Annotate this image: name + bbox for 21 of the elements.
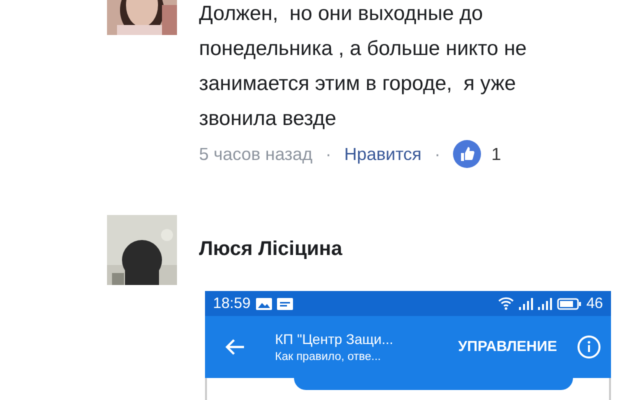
signal-icon — [519, 298, 534, 310]
author-name[interactable]: Люся Лісіцина — [199, 238, 611, 261]
thumbs-up-icon — [453, 140, 482, 168]
timestamp: 5 часов назад — [199, 144, 312, 164]
battery-icon — [557, 298, 582, 310]
battery-level: 46 — [586, 295, 603, 312]
comment-text: Должен, но они выходные до понедельника , а больше никто не занимается этим в городе, я уже звонила везде — [199, 1, 527, 132]
image-icon — [256, 298, 272, 310]
separator-dot: · — [325, 144, 332, 164]
chat-subtitle: Как правило, отве... — [275, 351, 382, 363]
manage-button[interactable]: УПРАВЛЕНИЕ — [458, 339, 557, 355]
back-arrow-icon[interactable] — [225, 338, 245, 356]
like-link[interactable]: Нравится — [344, 144, 422, 164]
signal-icon — [538, 298, 552, 310]
status-time: 18:59 — [213, 295, 251, 312]
message-icon — [276, 298, 293, 310]
wifi-icon — [498, 297, 514, 310]
info-icon[interactable] — [577, 335, 601, 359]
chat-title: КП "Центр Защи... — [275, 331, 394, 347]
separator-dot: · — [434, 144, 440, 164]
like-count: 1 — [491, 144, 502, 164]
